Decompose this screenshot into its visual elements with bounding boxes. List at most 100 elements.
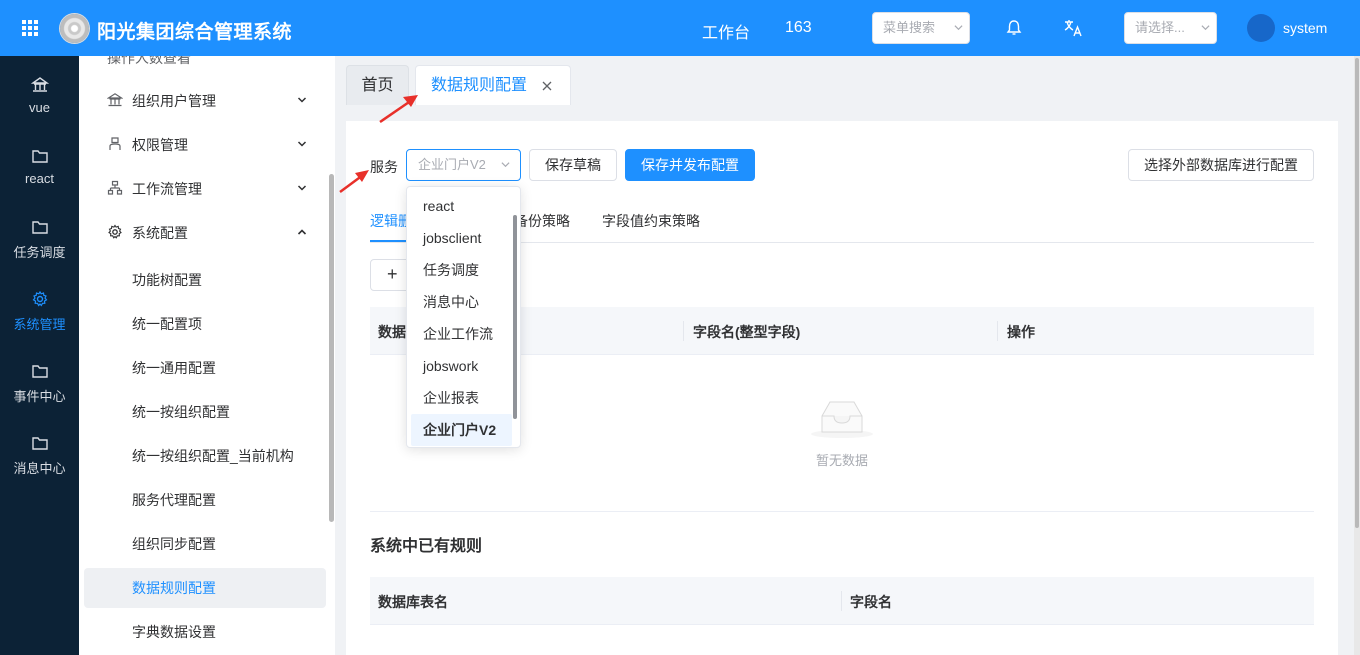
- service-dropdown: react jobsclient 任务调度 消息中心 企业工作流 jobswor…: [406, 186, 521, 448]
- empty-box-icon: [811, 401, 873, 438]
- sidebar-group-permissions[interactable]: 权限管理: [79, 126, 335, 162]
- dropdown-scrollbar[interactable]: [513, 215, 517, 419]
- rail-item-react[interactable]: react: [0, 147, 79, 207]
- save-draft-button[interactable]: 保存草稿: [529, 149, 617, 181]
- username[interactable]: system: [1283, 20, 1327, 36]
- sidebar-menu: 操作人数查看 组织用户管理 权限管理 工作流管理 系统配置 功能树配置 统一配置…: [79, 56, 335, 655]
- tab-data-rules[interactable]: 数据规则配置: [415, 65, 571, 105]
- col-action: 操作: [1007, 324, 1035, 340]
- sidebar-scrollbar[interactable]: [329, 174, 334, 522]
- external-db-button[interactable]: 选择外部数据库进行配置: [1128, 149, 1314, 181]
- sidebar-item-data-rules[interactable]: 数据规则配置: [84, 568, 326, 608]
- sidebar-group-org-users[interactable]: 组织用户管理: [79, 82, 335, 118]
- avatar[interactable]: [1247, 14, 1275, 42]
- sidebar-group-workflow[interactable]: 工作流管理: [79, 170, 335, 206]
- page-scrollbar[interactable]: [1354, 56, 1360, 655]
- sidebar-item-function-tree[interactable]: 功能树配置: [84, 260, 326, 300]
- col-divider: [683, 321, 684, 341]
- service-label: 服务: [370, 159, 398, 175]
- col-field: 字段名(整型字段): [693, 324, 801, 340]
- chevron-down-icon: [297, 141, 307, 147]
- sidebar-item-general-config[interactable]: 统一通用配置: [84, 348, 326, 388]
- sidebar-group-system-config[interactable]: 系统配置: [79, 214, 335, 250]
- dropdown-option[interactable]: 消息中心: [411, 286, 512, 318]
- folder-icon: [31, 437, 48, 450]
- sidebar-group-label: 组织用户管理: [132, 93, 216, 109]
- rail-item-vue[interactable]: vue: [0, 76, 79, 136]
- folder-icon: [31, 365, 48, 378]
- notification-count[interactable]: 163: [785, 19, 812, 37]
- chevron-down-icon: [954, 25, 963, 31]
- org-select-placeholder: 请选择...: [1135, 20, 1185, 35]
- tab-backup[interactable]: 备份策略: [514, 211, 570, 231]
- tab-field-constraint[interactable]: 字段值约束策略: [602, 211, 700, 231]
- col-divider: [997, 321, 998, 341]
- dropdown-option[interactable]: 企业报表: [411, 382, 512, 414]
- rail-label: 事件中心: [13, 389, 66, 404]
- tab-home[interactable]: 首页: [346, 65, 409, 105]
- dropdown-option[interactable]: 企业工作流: [411, 318, 512, 350]
- apps-grid-icon[interactable]: [22, 20, 38, 36]
- menu-search-select[interactable]: 菜单搜索: [872, 12, 970, 44]
- dropdown-option[interactable]: jobsclient: [411, 222, 512, 254]
- workbench-link[interactable]: 工作台: [702, 19, 750, 43]
- gear-icon: [32, 290, 47, 307]
- sidebar-item-service-proxy[interactable]: 服务代理配置: [84, 480, 326, 520]
- rail-label: 任务调度: [13, 245, 66, 260]
- rail-label: vue: [29, 100, 50, 115]
- existing-rules-header: 数据库表名 字段名: [370, 577, 1314, 625]
- plus-icon: +: [387, 264, 398, 284]
- chevron-down-icon: [501, 162, 510, 168]
- org-select[interactable]: 请选择...: [1124, 12, 1217, 44]
- sidebar-item-unified-config[interactable]: 统一配置项: [84, 304, 326, 344]
- sidebar-item-org-config[interactable]: 统一按组织配置: [84, 392, 326, 432]
- col-table-name: 数据库表名: [378, 594, 448, 610]
- dropdown-option-selected[interactable]: 企业门户V2: [411, 414, 512, 446]
- sidebar-group-label: 工作流管理: [132, 181, 202, 197]
- folder-icon: [31, 221, 48, 234]
- sidebar-group-label: 权限管理: [132, 137, 188, 153]
- gear-icon: [108, 224, 122, 239]
- rail-item-events[interactable]: 事件中心: [0, 362, 79, 422]
- folder-icon: [31, 150, 48, 163]
- user-icon: [109, 137, 121, 150]
- chevron-up-icon: [297, 229, 307, 235]
- rail-item-task[interactable]: 任务调度: [0, 218, 79, 278]
- bell-icon[interactable]: [1004, 18, 1024, 38]
- dropdown-option[interactable]: 任务调度: [411, 254, 512, 286]
- sidebar-item-dictionary[interactable]: 字典数据设置: [84, 612, 326, 652]
- flow-icon: [107, 180, 123, 195]
- app-title: 阳光集团综合管理系统: [97, 22, 293, 43]
- col-field-name: 字段名: [850, 594, 892, 610]
- col-divider: [841, 591, 842, 611]
- dropdown-option[interactable]: jobswork: [411, 350, 512, 382]
- page-tabs: 首页 数据规则配置: [336, 56, 1354, 108]
- chevron-down-icon: [1201, 25, 1210, 31]
- empty-text: 暂无数据: [815, 453, 868, 468]
- app-logo: [60, 14, 89, 43]
- chevron-down-icon: [297, 185, 307, 191]
- chevron-down-icon: [297, 97, 307, 103]
- menu-search-placeholder: 菜单搜索: [883, 20, 936, 35]
- bank-icon: [30, 77, 49, 92]
- rail-item-messages[interactable]: 消息中心: [0, 434, 79, 494]
- sidebar-group-label: 系统配置: [132, 225, 188, 241]
- dropdown-option[interactable]: react: [411, 190, 512, 222]
- translate-icon[interactable]: [1063, 18, 1083, 38]
- module-rail: vue react 任务调度 系统管理 事件中心 消息中心: [0, 56, 79, 655]
- save-publish-button[interactable]: 保存并发布配置: [625, 149, 755, 181]
- sidebar-item-org-sync[interactable]: 组织同步配置: [84, 524, 326, 564]
- active-tab-underline: [370, 240, 406, 242]
- rail-label: 系统管理: [13, 317, 66, 332]
- rail-label: react: [25, 171, 54, 186]
- service-select[interactable]: 企业门户V2: [406, 149, 521, 181]
- sidebar-item-cut-off[interactable]: 操作人数查看: [107, 56, 191, 68]
- existing-rules-title: 系统中已有规则: [370, 538, 483, 555]
- add-button[interactable]: +: [370, 259, 410, 291]
- tab-label: 数据规则配置: [431, 77, 528, 94]
- bank-icon: [107, 93, 123, 107]
- rail-item-system[interactable]: 系统管理: [0, 290, 79, 350]
- rail-label: 消息中心: [13, 461, 66, 476]
- close-icon[interactable]: [542, 81, 552, 91]
- sidebar-item-org-config-current[interactable]: 统一按组织配置_当前机构: [84, 436, 326, 476]
